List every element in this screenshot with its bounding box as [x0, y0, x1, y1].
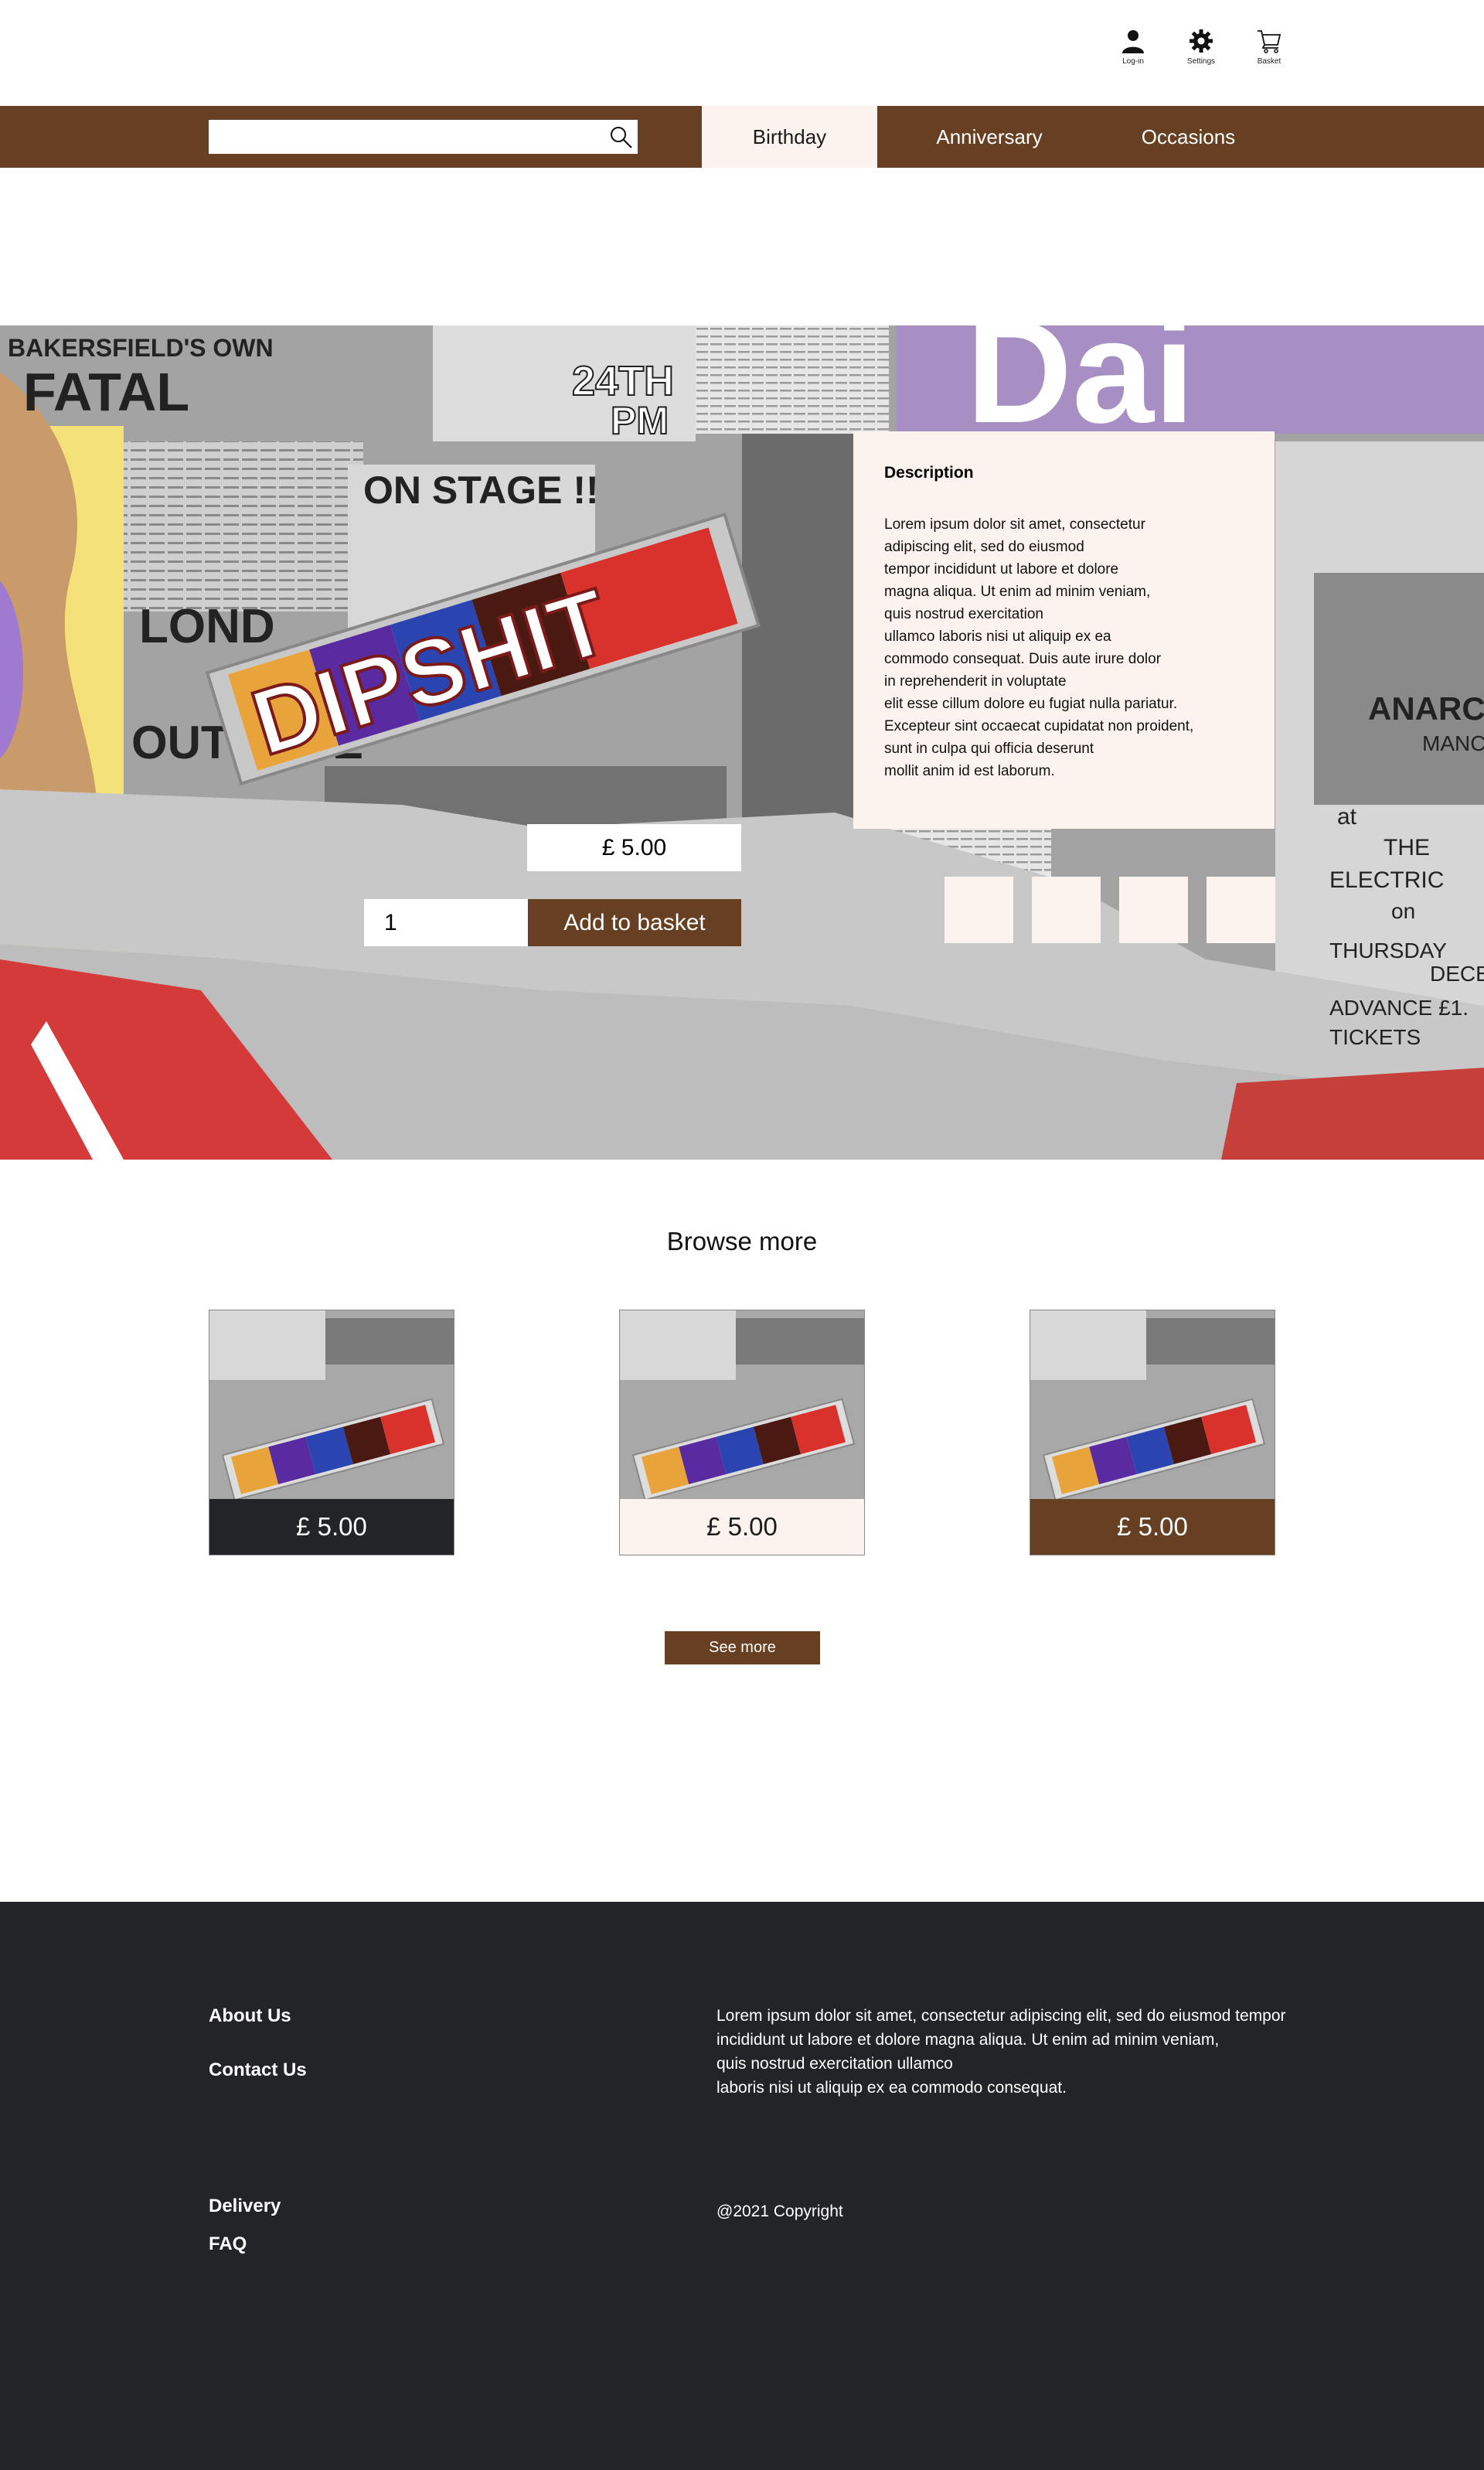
see-more-button[interactable]: See more: [665, 1631, 820, 1664]
collage-text-17: TICKETS: [1329, 1025, 1421, 1049]
collage-text-5: ON STAGE !!: [363, 468, 599, 512]
footer-copyright: @2021 Copyright: [716, 2203, 843, 2220]
footer-text: Lorem ipsum dolor sit amet, consectetur …: [716, 2007, 1286, 2097]
thumbnail-2[interactable]: [1032, 877, 1101, 943]
footer-link-contact-us[interactable]: Contact Us: [209, 2059, 307, 2081]
tab-birthday[interactable]: Birthday: [702, 106, 877, 168]
collage-text-1: BAKERSFIELD'S OWN: [8, 334, 274, 362]
product-hero: Dai BAKERSFIELD'S OWN FATAL 24TH PM ON S…: [0, 325, 1484, 1160]
description-panel: Description Lorem ipsum dolor sit amet, …: [853, 431, 1275, 829]
login-button[interactable]: Log-in: [1113, 28, 1153, 66]
collage-text-10: at: [1337, 804, 1357, 830]
settings-button[interactable]: Settings: [1181, 28, 1221, 66]
collage-text-11: THE: [1384, 835, 1430, 860]
thumbnail-1[interactable]: [945, 877, 1013, 943]
collage-text-3: 24TH: [572, 358, 674, 404]
collage-text-8: ANARC: [1368, 690, 1484, 727]
cart-icon: [1258, 30, 1281, 53]
collage-text-9: MANC: [1422, 731, 1484, 755]
browse-card-1[interactable]: £ 5.00: [209, 1310, 454, 1555]
gear-icon: [1190, 29, 1213, 53]
collage-text-16: ADVANCE £1.: [1329, 996, 1469, 1020]
user-icon: [1122, 30, 1144, 53]
card-price: £ 5.00: [1030, 1499, 1275, 1555]
footer-link-faq[interactable]: FAQ: [209, 2233, 247, 2255]
add-to-basket-button[interactable]: Add to basket: [528, 899, 741, 946]
collage-text-13: on: [1391, 899, 1415, 923]
description-text: Lorem ipsum dolor sit amet, consectetur …: [884, 516, 1194, 779]
card-price: £ 5.00: [209, 1499, 454, 1555]
settings-label: Settings: [1186, 57, 1216, 66]
search-box: [209, 120, 638, 154]
footer-link-delivery[interactable]: Delivery: [209, 2196, 281, 2217]
collage-text-4: PM: [611, 399, 669, 442]
collage-text-14: THURSDAY: [1329, 939, 1447, 962]
basket-button[interactable]: Basket: [1249, 28, 1289, 66]
collage-text-2: FATAL: [23, 362, 189, 422]
browse-more-title: Browse more: [666, 1227, 818, 1255]
footer-link-about-us[interactable]: About Us: [209, 2005, 291, 2027]
product-price: £ 5.00: [527, 824, 741, 871]
search-icon[interactable]: [608, 124, 633, 149]
login-label: Log-in: [1122, 57, 1144, 66]
description-title: Description: [884, 464, 974, 482]
header-utility-icons: Log-in Settings Basket: [1113, 28, 1289, 66]
footer: [0, 1902, 1484, 2470]
card-price: £ 5.00: [620, 1499, 864, 1555]
browse-card-3[interactable]: £ 5.00: [1030, 1310, 1275, 1555]
collage-text-15: DECE: [1430, 962, 1484, 986]
tab-occasions[interactable]: Occasions: [1101, 106, 1275, 168]
main-navbar: Birthday Anniversary Occasions: [0, 106, 1484, 168]
product-thumbnails: [945, 877, 1275, 943]
thumbnail-3[interactable]: [1119, 877, 1188, 943]
quantity-input[interactable]: [364, 899, 528, 946]
basket-label: Basket: [1257, 57, 1281, 66]
search-input[interactable]: [209, 120, 638, 154]
thumbnail-4[interactable]: [1207, 877, 1275, 943]
tab-anniversary[interactable]: Anniversary: [877, 106, 1101, 168]
collage-text-12: ELECTRIC: [1329, 867, 1444, 893]
collage-text-6: LOND: [139, 600, 275, 653]
browse-card-2[interactable]: £ 5.00: [619, 1310, 865, 1555]
